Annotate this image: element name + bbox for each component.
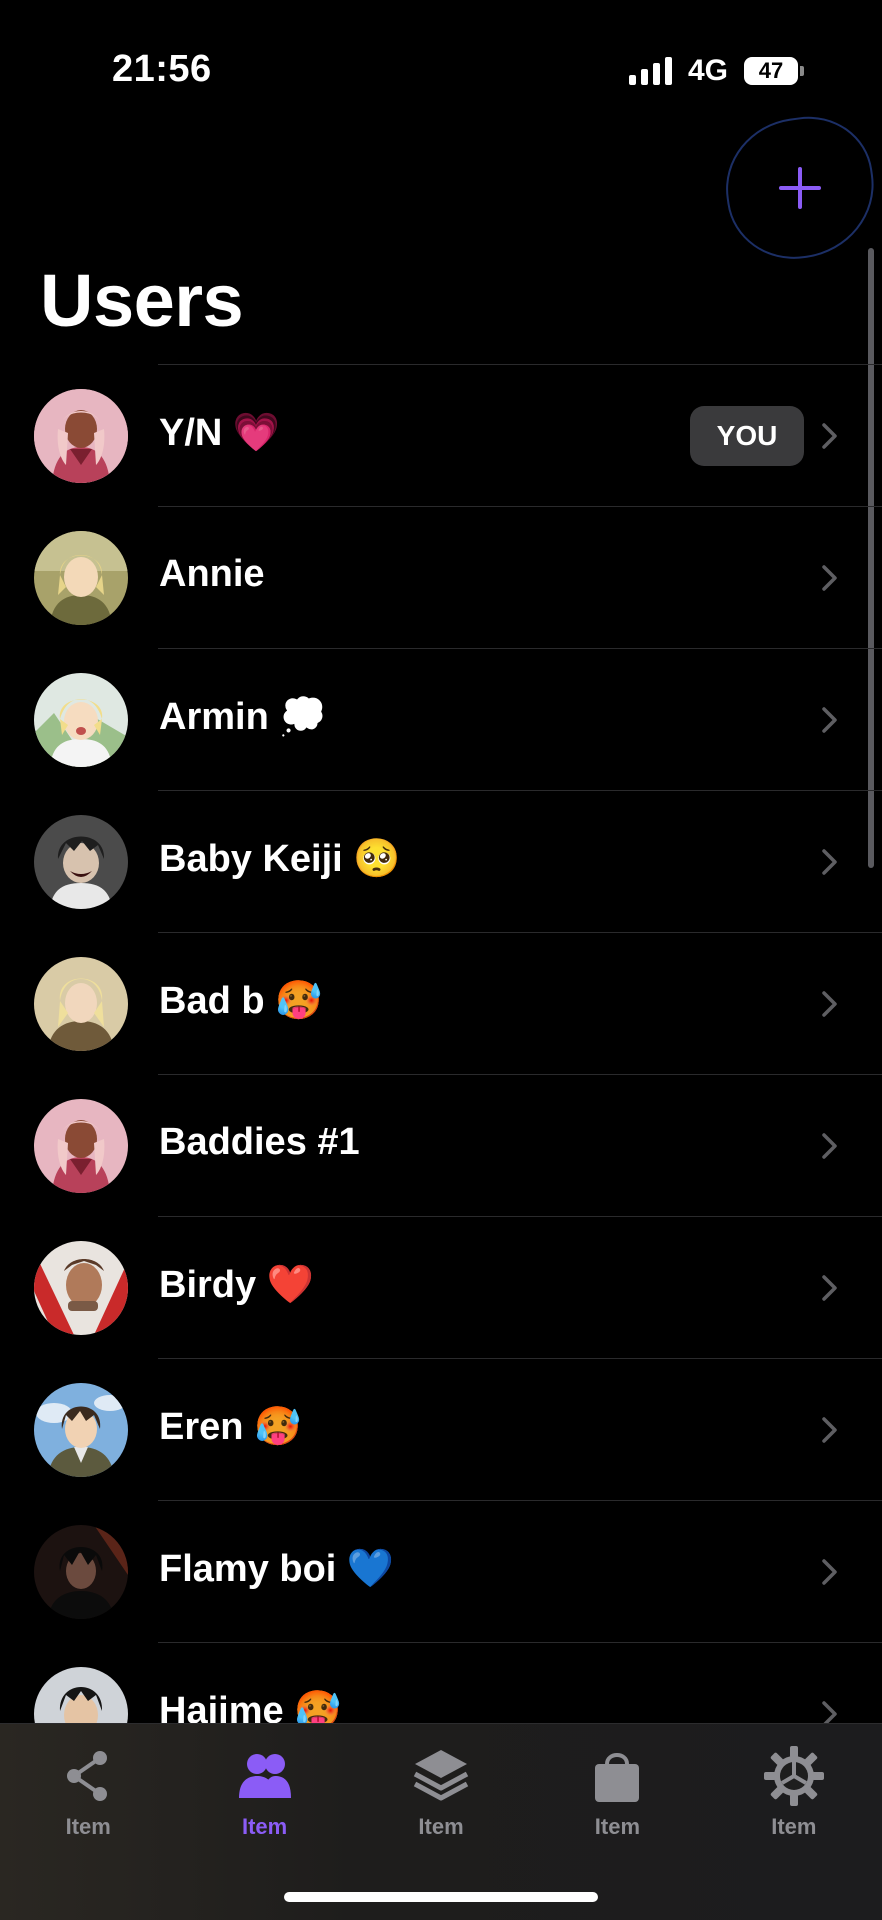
chevron-right-icon [822, 849, 837, 875]
add-user-button[interactable] [716, 108, 882, 268]
tab-layers[interactable]: Item [353, 1744, 529, 1864]
layers-icon [413, 1750, 469, 1801]
user-row-birdy[interactable]: Birdy ❤️ [0, 1217, 882, 1359]
you-badge: YOU [690, 406, 804, 466]
user-name: Baddies #1 [159, 1121, 360, 1163]
user-list: Y/N 💗 YOU Annie Armin 💭 Baby Keiji 🥺 Bad… [0, 364, 882, 1724]
chevron-right-icon [822, 1701, 837, 1724]
avatar [34, 673, 128, 767]
user-row-armin[interactable]: Armin 💭 [0, 649, 882, 791]
tab-settings[interactable]: Item [706, 1744, 882, 1864]
avatar [34, 389, 128, 483]
battery-icon: 47 [744, 57, 804, 85]
share-icon [67, 1751, 108, 1801]
shopping-bag-icon [595, 1753, 640, 1802]
chevron-right-icon [822, 1133, 837, 1159]
tabs: Item Item Item Item Item [0, 1724, 882, 1864]
user-row-flamy-boi[interactable]: Flamy boi 💙 [0, 1501, 882, 1643]
page-title: Users [40, 259, 244, 342]
avatar [34, 1667, 128, 1724]
avatar [34, 957, 128, 1051]
user-row-yn[interactable]: Y/N 💗 YOU [0, 365, 882, 507]
tab-label: Item [65, 1814, 111, 1839]
tab-share[interactable]: Item [0, 1744, 176, 1864]
plus-icon [779, 167, 821, 209]
chevron-right-icon [822, 565, 837, 591]
user-name: Hajime 🥵 [159, 1690, 342, 1724]
user-name: Bad b 🥵 [159, 980, 323, 1022]
tab-bar: Item Item Item Item Item [0, 1723, 882, 1920]
user-name: Flamy boi 💙 [159, 1548, 395, 1590]
user-row-baddies-1[interactable]: Baddies #1 [0, 1075, 882, 1217]
chevron-right-icon [822, 991, 837, 1017]
tab-shop[interactable]: Item [529, 1744, 705, 1864]
status-time: 21:56 [112, 48, 212, 90]
status-indicators: 4G 47 [628, 54, 804, 88]
chevron-right-icon [822, 707, 837, 733]
tab-label: Item [771, 1814, 817, 1839]
tab-label: Item [418, 1814, 464, 1839]
avatar [34, 1525, 128, 1619]
user-name: Armin 💭 [159, 696, 327, 738]
chevron-right-icon [822, 1417, 837, 1443]
avatar [34, 531, 128, 625]
user-row-eren[interactable]: Eren 🥵 [0, 1359, 882, 1501]
avatar [34, 815, 128, 909]
battery-level: 47 [744, 57, 798, 85]
home-indicator[interactable] [284, 1892, 598, 1902]
avatar [34, 1099, 128, 1193]
user-row-bad-b[interactable]: Bad b 🥵 [0, 933, 882, 1075]
network-type: 4G [687, 54, 728, 87]
user-name: Eren 🥵 [159, 1406, 302, 1448]
chevron-right-icon [822, 1275, 837, 1301]
user-name: Annie [159, 553, 265, 595]
tab-users[interactable]: Item [176, 1744, 352, 1864]
user-row-baby-keiji[interactable]: Baby Keiji 🥺 [0, 791, 882, 933]
avatar [34, 1241, 128, 1335]
user-row-annie[interactable]: Annie [0, 507, 882, 649]
users-icon [238, 1754, 291, 1798]
user-row-hajime[interactable]: Hajime 🥵 [0, 1643, 882, 1724]
signal-icon [628, 57, 672, 85]
chevron-right-icon [822, 1559, 837, 1585]
chevron-right-icon [822, 423, 837, 449]
avatar [34, 1383, 128, 1477]
tab-label: Item [594, 1814, 641, 1839]
user-name: Birdy ❤️ [159, 1264, 315, 1306]
user-name: Baby Keiji 🥺 [159, 838, 401, 880]
user-name: Y/N 💗 [159, 412, 281, 454]
tab-label: Item [241, 1814, 288, 1839]
gear-icon [763, 1746, 824, 1806]
